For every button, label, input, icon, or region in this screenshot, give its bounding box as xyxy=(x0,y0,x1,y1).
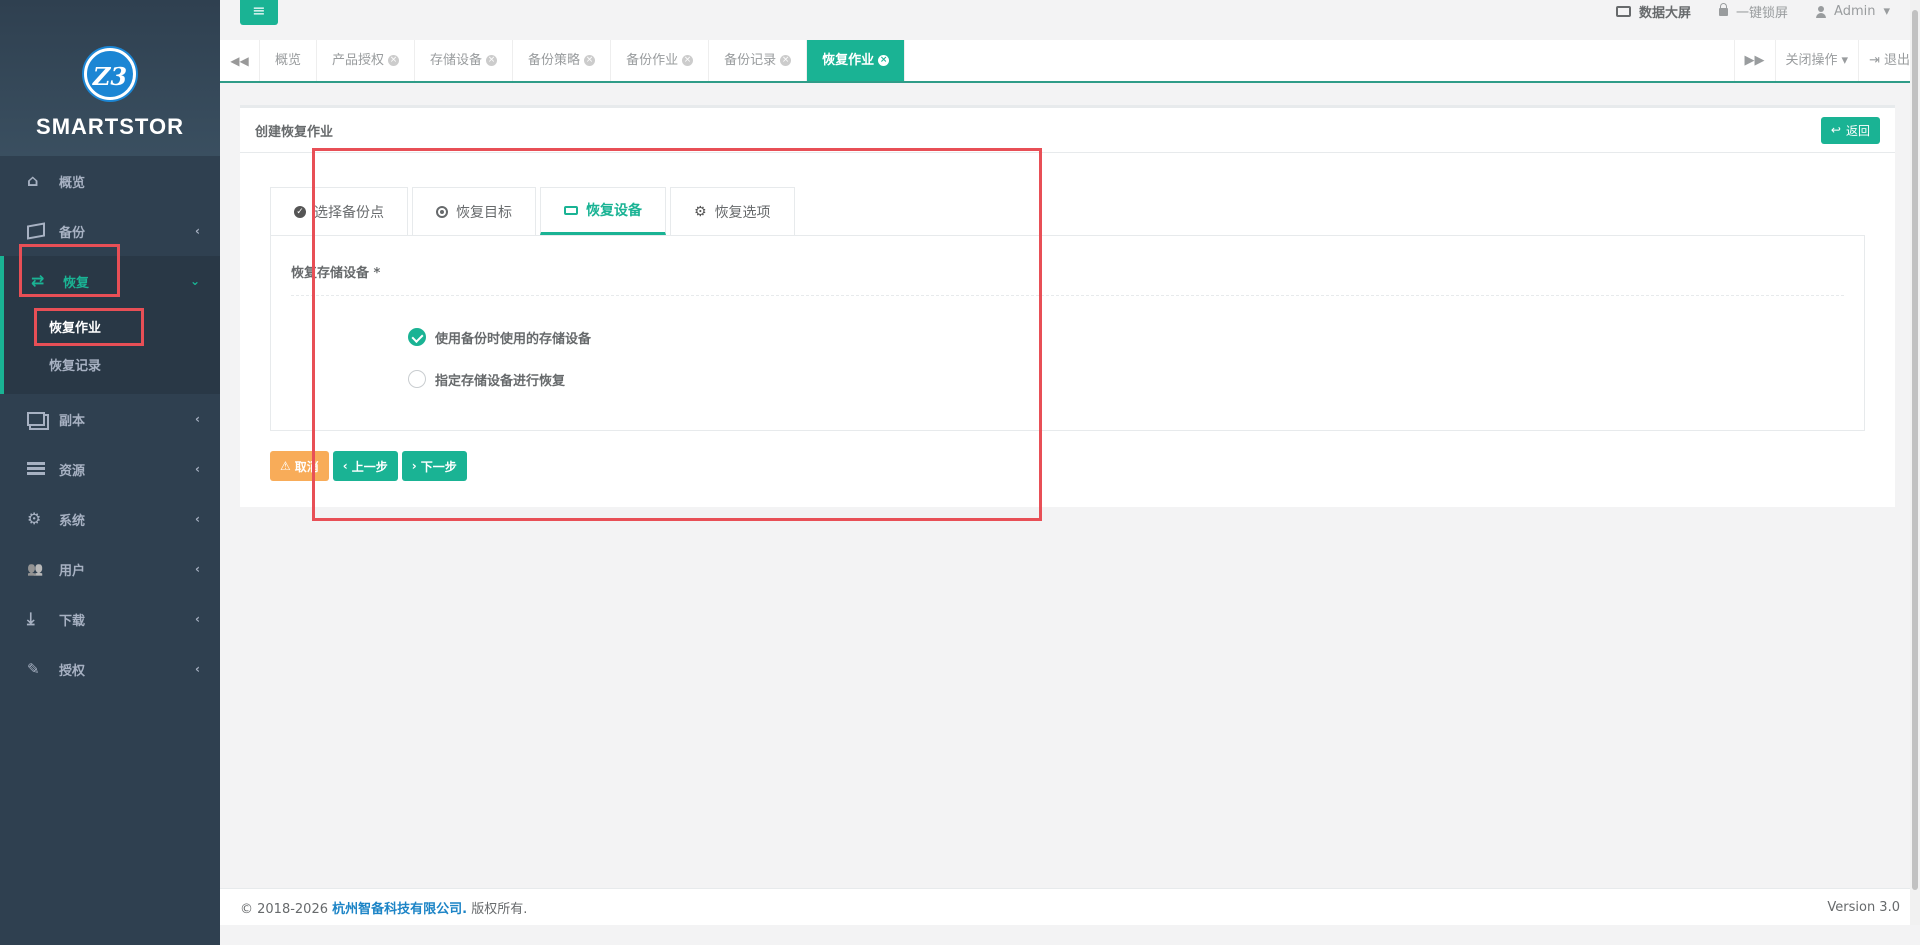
page-tab-label: 概览 xyxy=(275,53,302,68)
monitor-icon xyxy=(1616,6,1631,17)
sidebar-item-license[interactable]: 授权 ‹ xyxy=(0,644,220,694)
tabs-right-controls: ▶▶ 关闭操作 ▾ ⇥ 退出 xyxy=(1733,40,1920,81)
page-tab-label: 存储设备 xyxy=(430,53,483,68)
users-icon xyxy=(27,562,45,576)
highlight-box-restore-menu xyxy=(19,244,120,297)
copyright-years: © 2018-2026 xyxy=(240,901,328,917)
page-tabs-bar: ◀◀ 概览 产品授权 × 存储设备 × 备份策略 × 备份作业 × 备份记录 × 恢复作业… xyxy=(220,40,1920,83)
home-icon xyxy=(27,174,45,188)
close-icon[interactable]: × xyxy=(388,55,400,66)
footer: © 2018-2026 杭州智备科技有限公司. 版权所有. Version 3.… xyxy=(220,888,1920,925)
sidebar-item-resources[interactable]: 资源 ‹ xyxy=(0,444,220,494)
menu-toggle-button[interactable]: ≡ xyxy=(240,0,278,25)
page-tab-label: 产品授权 xyxy=(332,53,385,68)
caret-down-icon: ▾ xyxy=(1883,4,1890,19)
lock-screen-link[interactable]: 一键锁屏 xyxy=(1719,2,1788,21)
page-tab-label: 恢复作业 xyxy=(822,53,875,68)
sidebar-item-label: 系统 xyxy=(59,513,86,529)
sidebar-item-label: 下载 xyxy=(59,613,86,629)
sidebar-item-download[interactable]: 下载 ‹ xyxy=(0,594,220,644)
brand-name: SMARTSTOR xyxy=(36,114,184,139)
forward-icon: ▶▶ xyxy=(1744,53,1765,68)
user-name: Admin xyxy=(1834,4,1876,19)
page-tab[interactable]: 概览 xyxy=(260,40,318,81)
sidebar: Z3 SMARTSTOR 概览 备份 ‹ 恢复 ⌄ 恢复作业 恢复记录 副本 ‹ xyxy=(0,0,220,945)
logout-label: 退出 xyxy=(1883,53,1910,68)
copy-icon xyxy=(27,412,45,426)
page-tab[interactable]: 存储设备 × xyxy=(415,40,514,81)
close-icon[interactable]: × xyxy=(584,55,596,66)
sidebar-nav: 概览 备份 ‹ 恢复 ⌄ 恢复作业 恢复记录 副本 ‹ 资源 ‹ 系统 xyxy=(0,156,220,694)
tabs-scroll-left-button[interactable]: ◀◀ xyxy=(220,40,260,81)
page-tab[interactable]: 备份策略 × xyxy=(513,40,612,81)
company-link[interactable]: 杭州智备科技有限公司. xyxy=(332,902,467,917)
sidebar-item-label: 概览 xyxy=(59,175,86,191)
chevron-left-icon: ‹ xyxy=(195,512,200,526)
sidebar-item-label: 资源 xyxy=(59,463,86,479)
data-screen-link[interactable]: 数据大屏 xyxy=(1616,2,1691,21)
cube-icon xyxy=(27,222,45,240)
sidebar-item-label: 备份 xyxy=(59,225,86,241)
chevron-left-icon: ‹ xyxy=(195,462,200,476)
reply-icon: ↩ xyxy=(1830,123,1841,137)
backward-icon: ◀◀ xyxy=(230,53,249,68)
chevron-down-icon: ⌄ xyxy=(189,274,200,288)
tabs-scroll-right-button[interactable]: ▶▶ xyxy=(1733,40,1775,81)
page-tab[interactable]: 产品授权 × xyxy=(317,40,416,81)
copyright-suffix: 版权所有. xyxy=(471,901,528,917)
cogs-icon xyxy=(27,512,45,526)
back-button[interactable]: ↩ 返回 xyxy=(1820,116,1880,144)
user-menu[interactable]: Admin ▾ xyxy=(1816,2,1890,21)
close-icon[interactable]: × xyxy=(878,55,890,66)
sign-out-icon: ⇥ xyxy=(1869,53,1880,68)
version: Version 3.0 xyxy=(1827,899,1900,915)
data-screen-label: 数据大屏 xyxy=(1639,6,1692,21)
close-ops-label: 关闭操作 xyxy=(1785,53,1838,68)
close-icon[interactable]: × xyxy=(682,55,694,66)
check-circle-icon: ✓ xyxy=(294,205,306,218)
download-icon xyxy=(27,612,45,626)
lock-icon xyxy=(1719,2,1729,16)
chevron-left-icon: ‹ xyxy=(195,662,200,676)
close-ops-dropdown[interactable]: 关闭操作 ▾ xyxy=(1774,40,1859,81)
page-tab-label: 备份记录 xyxy=(724,53,777,68)
chevron-left-icon: ‹ xyxy=(195,562,200,576)
back-label: 返回 xyxy=(1845,123,1870,138)
sidebar-item-overview[interactable]: 概览 xyxy=(0,156,220,206)
page-tab[interactable]: 备份作业 × xyxy=(611,40,710,81)
page-tab-label: 备份策略 xyxy=(528,53,581,68)
page-title: 创建恢复作业 xyxy=(255,124,334,140)
sidebar-item-system[interactable]: 系统 ‹ xyxy=(0,494,220,544)
user-icon xyxy=(1816,5,1827,18)
chevron-left-icon: ‹ xyxy=(195,224,200,238)
page-tab-label: 备份作业 xyxy=(626,53,679,68)
chevron-left-icon: ‹ xyxy=(195,612,200,626)
topbar: ≡ 数据大屏 一键锁屏 Admin ▾ xyxy=(220,0,1920,40)
topbar-actions: 数据大屏 一键锁屏 Admin ▾ xyxy=(1616,2,1890,21)
chevron-left-icon: ‹ xyxy=(195,412,200,426)
sidebar-item-label: 用户 xyxy=(59,563,86,579)
brand: Z3 SMARTSTOR xyxy=(0,0,220,156)
highlight-box-restore-job xyxy=(34,308,144,346)
caret-down-icon: ▾ xyxy=(1841,53,1849,68)
edit-icon xyxy=(27,662,45,676)
copyright: © 2018-2026 杭州智备科技有限公司. 版权所有. xyxy=(240,898,527,917)
sidebar-item-label: 授权 xyxy=(59,663,86,679)
lock-screen-label: 一键锁屏 xyxy=(1736,6,1789,21)
sidebar-item-users[interactable]: 用户 ‹ xyxy=(0,544,220,594)
page-tab[interactable]: 备份记录 × xyxy=(709,40,808,81)
highlight-box-wizard-content xyxy=(312,148,1042,521)
sidebar-item-label: 副本 xyxy=(59,413,86,429)
sidebar-item-replica[interactable]: 副本 ‹ xyxy=(0,394,220,444)
sidebar-subitem-restore-records[interactable]: 恢复记录 xyxy=(4,348,220,386)
page-scrollbar[interactable] xyxy=(1910,0,1920,925)
close-icon[interactable]: × xyxy=(780,55,792,66)
scrollbar-thumb[interactable] xyxy=(1912,10,1918,890)
close-icon[interactable]: × xyxy=(486,55,498,66)
page-tab-active[interactable]: 恢复作业 × xyxy=(807,40,906,81)
brand-logo: Z3 xyxy=(84,48,136,100)
server-icon xyxy=(27,462,45,476)
warning-icon: ⚠ xyxy=(280,459,291,473)
panel-header: 创建恢复作业 ↩ 返回 xyxy=(240,108,1895,153)
